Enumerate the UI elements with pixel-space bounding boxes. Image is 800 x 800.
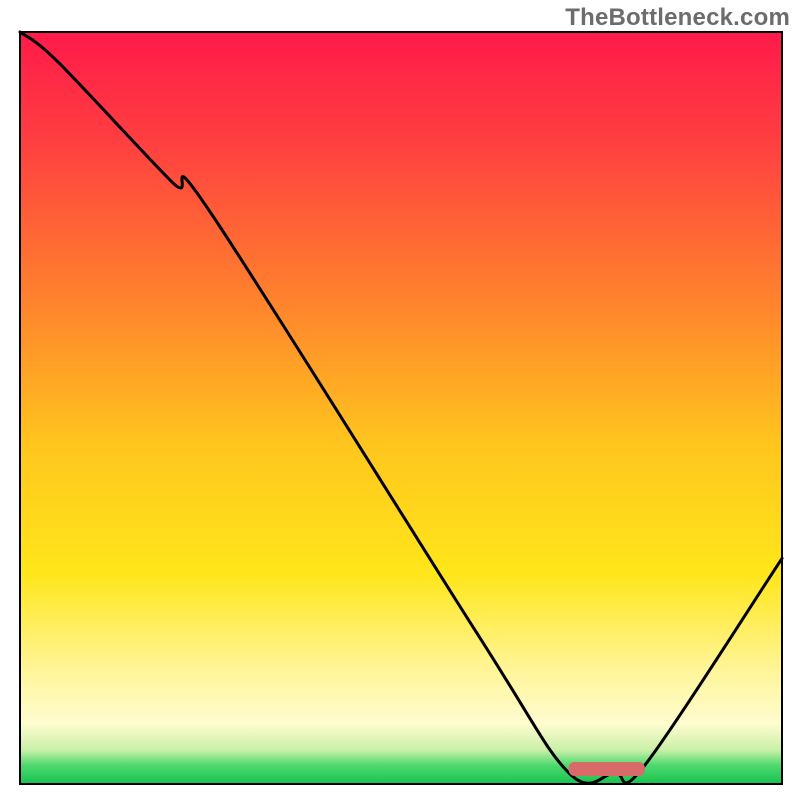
plot-background [20, 32, 782, 784]
optimal-zone-marker [569, 762, 645, 776]
chart-container: TheBottleneck.com [0, 0, 800, 800]
watermark-text: TheBottleneck.com [565, 4, 790, 32]
bottleneck-chart [0, 0, 800, 800]
